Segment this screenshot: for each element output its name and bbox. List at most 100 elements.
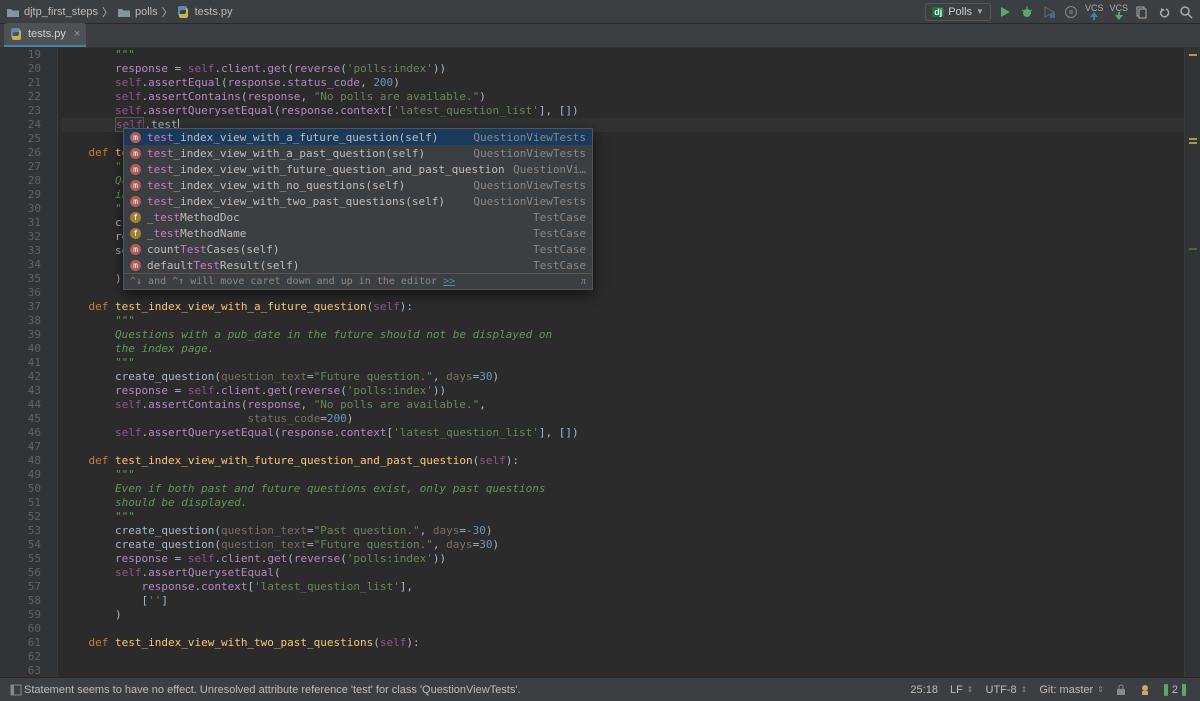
warning-marker[interactable] xyxy=(1189,138,1197,140)
completion-item[interactable]: m test_index_view_with_future_question_an… xyxy=(124,161,592,177)
code-line: self.assertEqual(response.status_code, 2… xyxy=(62,76,1184,90)
encoding-selector[interactable]: UTF-8⇕ xyxy=(980,684,1034,696)
status-bar: Statement seems to have no effect. Unres… xyxy=(0,677,1200,701)
gutter: 1920212223242526272829303132333435363738… xyxy=(0,48,58,677)
method-icon: m xyxy=(130,244,141,255)
completion-item[interactable]: m test_index_view_with_a_future_question(… xyxy=(124,129,592,145)
error-stripe[interactable] xyxy=(1184,48,1200,677)
file-tab-tests[interactable]: tests.py × xyxy=(4,23,86,47)
completion-name: test_index_view_with_future_question_and… xyxy=(147,163,507,176)
completion-name: test_index_view_with_no_questions(self) xyxy=(147,179,467,192)
line-number: 48 xyxy=(0,454,41,468)
breadcrumb-label: polls xyxy=(135,6,158,18)
code-line: self.assertQuerysetEqual(response.contex… xyxy=(62,104,1184,118)
breadcrumb-folder[interactable]: polls xyxy=(117,6,158,18)
line-number: 33 xyxy=(0,244,41,258)
code-line: """ xyxy=(62,468,1184,482)
search-everywhere-button[interactable] xyxy=(1178,4,1194,20)
code-line: self.assertQuerysetEqual( xyxy=(62,566,1184,580)
breadcrumb-root[interactable]: djtp_first_steps xyxy=(6,6,98,18)
pi-icon: π xyxy=(581,276,586,287)
django-icon: dj xyxy=(932,7,944,17)
vcs-change-marker[interactable] xyxy=(1189,248,1197,250)
completion-more-link[interactable]: >> xyxy=(443,276,455,287)
line-number: 19 xyxy=(0,48,41,62)
breadcrumb-label: djtp_first_steps xyxy=(24,6,98,18)
code-line: response = self.client.get(reverse('poll… xyxy=(62,384,1184,398)
code-line: status_code=200) xyxy=(62,412,1184,426)
completion-item[interactable]: mtest_index_view_with_a_past_question(se… xyxy=(124,145,592,161)
line-number: 30 xyxy=(0,202,41,216)
line-number: 27 xyxy=(0,160,41,174)
code-line: self.assertQuerysetEqual(response.contex… xyxy=(62,426,1184,440)
code-editor[interactable]: 1920212223242526272829303132333435363738… xyxy=(0,48,1200,677)
warning-marker[interactable] xyxy=(1189,142,1197,144)
completion-item[interactable]: mcountTestCases(self)TestCase xyxy=(124,241,592,257)
tool-window-button[interactable] xyxy=(8,682,24,698)
read-only-toggle[interactable] xyxy=(1110,684,1132,696)
completion-item[interactable]: mtest_index_view_with_no_questions(self)… xyxy=(124,177,592,193)
line-number: 43 xyxy=(0,384,41,398)
close-tab-icon[interactable]: × xyxy=(74,28,80,40)
line-number: 61 xyxy=(0,636,41,650)
completion-name: test_index_view_with_a_future_question(s… xyxy=(147,131,467,144)
run-with-coverage-button[interactable] xyxy=(1041,4,1057,20)
stop-button[interactable] xyxy=(1063,4,1079,20)
caret-position[interactable]: 25:18 xyxy=(904,684,944,696)
line-number: 28 xyxy=(0,174,41,188)
line-number: 36 xyxy=(0,286,41,300)
code-line: """ xyxy=(62,356,1184,370)
code-line: response = self.client.get(reverse('poll… xyxy=(62,552,1184,566)
undo-button[interactable] xyxy=(1156,4,1172,20)
line-number: 29 xyxy=(0,188,41,202)
warning-marker[interactable] xyxy=(1189,54,1197,56)
line-separator-selector[interactable]: LF⇕ xyxy=(944,684,980,696)
field-icon: f xyxy=(130,228,141,239)
python-file-icon xyxy=(10,28,24,40)
completion-class: QuestionViewTests xyxy=(473,147,586,160)
code-line: self.assertContains(response, "No polls … xyxy=(62,90,1184,104)
hector-indicator[interactable] xyxy=(1132,683,1158,697)
line-number: 44 xyxy=(0,398,41,412)
completion-item[interactable]: f_testMethodDocTestCase xyxy=(124,209,592,225)
completion-class: QuestionViewTests xyxy=(473,195,586,208)
line-number: 45 xyxy=(0,412,41,426)
completion-item[interactable]: f_testMethodNameTestCase xyxy=(124,225,592,241)
line-number: 22 xyxy=(0,90,41,104)
method-icon: m xyxy=(130,132,141,143)
line-number: 21 xyxy=(0,76,41,90)
code-line xyxy=(62,650,1184,664)
debug-button[interactable] xyxy=(1019,4,1035,20)
completion-popup[interactable]: m test_index_view_with_a_future_question(… xyxy=(123,128,593,290)
status-message: Statement seems to have no effect. Unres… xyxy=(24,684,904,696)
line-number: 37 xyxy=(0,300,41,314)
completion-item[interactable]: mtest_index_view_with_two_past_questions… xyxy=(124,193,592,209)
top-toolbar: djtp_first_steps 〉 polls 〉 tests.py dj P… xyxy=(0,0,1200,24)
run-button[interactable] xyxy=(997,4,1013,20)
completion-item[interactable]: mdefaultTestResult(self)TestCase xyxy=(124,257,592,273)
run-configuration-selector[interactable]: dj Polls ▼ xyxy=(925,3,991,21)
tab-label: tests.py xyxy=(28,28,66,40)
vcs-update-button[interactable]: VCS xyxy=(1085,4,1104,20)
toolbar-right: dj Polls ▼ VCS VCS xyxy=(925,3,1194,21)
completion-name: _testMethodDoc xyxy=(147,211,527,224)
git-branch-selector[interactable]: Git: master⇕ xyxy=(1033,684,1110,696)
code-line: self.assertContains(response, "No polls … xyxy=(62,398,1184,412)
code-line: def test_index_view_with_two_past_questi… xyxy=(62,636,1184,650)
history-button[interactable] xyxy=(1134,4,1150,20)
code-line xyxy=(62,440,1184,454)
line-number: 25 xyxy=(0,132,41,146)
completion-footer: ^↓ and ^↑ will move caret down and up in… xyxy=(124,273,592,289)
breadcrumb-file[interactable]: tests.py xyxy=(177,6,233,18)
completion-class: TestCase xyxy=(533,243,586,256)
progress-indicator xyxy=(1182,684,1186,696)
vcs-label: VCS xyxy=(1109,4,1128,12)
completion-class: QuestionViewTests xyxy=(473,131,586,144)
breadcrumb-separator: 〉 xyxy=(162,4,173,20)
line-number: 34 xyxy=(0,258,41,272)
line-number: 53 xyxy=(0,524,41,538)
background-tasks[interactable]: 2 xyxy=(1158,684,1192,696)
line-number: 40 xyxy=(0,342,41,356)
method-icon: m xyxy=(130,164,141,175)
vcs-commit-button[interactable]: VCS xyxy=(1109,4,1128,20)
